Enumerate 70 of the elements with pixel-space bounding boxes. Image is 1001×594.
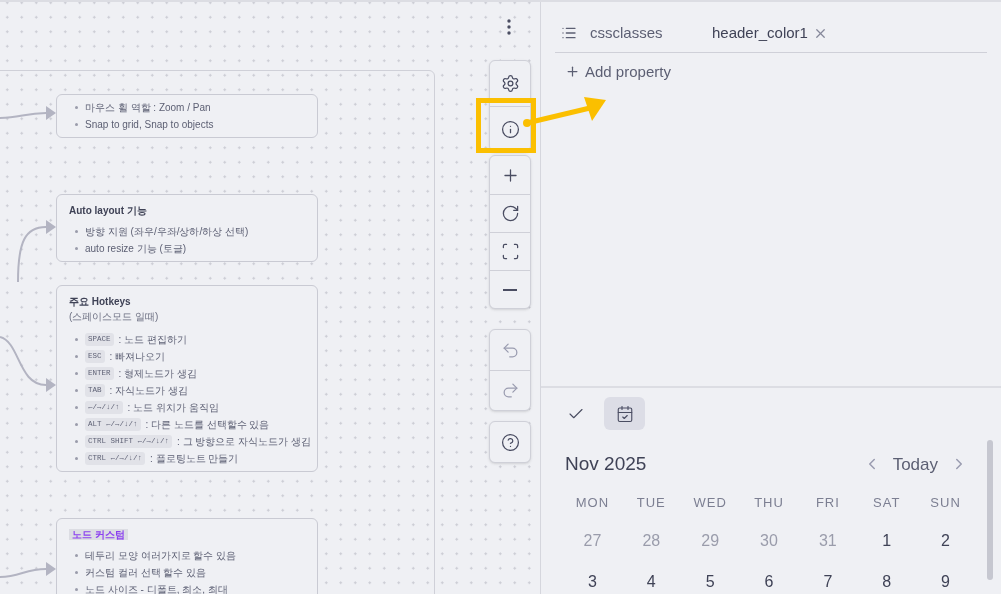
bullet-icon [75,423,78,426]
kebab-menu-icon [507,19,511,35]
bullet-icon [75,123,78,126]
property-name[interactable]: cssclasses [590,22,712,45]
refresh-icon [500,204,520,223]
view-tab[interactable] [604,397,645,430]
bullet-icon [75,571,78,574]
list-text: : 자식노드가 생김 [109,384,188,398]
bullet-icon [75,106,78,109]
weekday-label: SUN [929,493,962,512]
list-text: 방향 지원 (좌우/우좌/상하/하상 선택) [85,225,249,239]
bullet-icon [75,588,78,591]
list-text: : 형제노드가 생김 [118,367,197,381]
weekday-label: FRI [814,493,841,512]
mindmap-node[interactable]: Auto layout 기능 방향 지원 (좌우/우좌/상하/하상 선택) auto resize 기능 (토글) [56,194,318,262]
list-text: Snap to grid, Snap to objects [85,118,214,132]
scrollbar[interactable] [987,440,993,580]
mindmap-node[interactable]: 마우스 휠 역할 : Zoom / Pan Snap to grid, Snap to objects [56,94,318,138]
calendar-day[interactable]: 1 [857,529,917,553]
list-text: 커스텀 컬러 선택 할수 있음 [85,566,207,580]
calendar-day[interactable]: 8 [857,570,917,594]
list-text: : 그 방향으로 자식노드가 생김 [177,435,311,449]
calendar-day[interactable]: 3 [563,570,622,594]
bullet-icon [75,457,78,460]
bullet-icon [75,440,78,443]
list-text: 노드 사이즈 - 디폴트, 최소, 최대 [85,583,228,594]
calendar-day[interactable]: 6 [739,570,799,594]
calendar-day[interactable]: 7 [798,570,858,594]
more-menu-button[interactable] [507,19,511,35]
weekday-label: MON [574,493,611,512]
node-subtitle: (스페이스모드 일때) [69,310,160,324]
bullet-icon [75,372,78,375]
fullscreen-icon [500,242,520,261]
list-text: 마우스 휠 역할 : Zoom / Pan [85,101,211,115]
add-property-button[interactable]: Add property [555,60,671,83]
list-text: auto resize 기능 (토글) [85,242,187,256]
calendar-icon [615,404,634,423]
weekday-label: WED [692,493,728,512]
node-title: 노드 커스텀 [69,529,128,540]
calendar-day[interactable]: 5 [680,570,740,594]
today-button[interactable]: Today [880,451,950,477]
bullet-icon [75,389,78,392]
bullet-icon [75,247,78,250]
bullet-icon [75,338,78,341]
list-text: : 노드 위치가 움직임 [127,401,219,415]
list-text: 테두리 모양 여러가지로 할수 있음 [85,549,237,563]
bullet-icon [75,554,78,557]
list-text: : 다른 노드를 선택할수 있음 [145,418,270,432]
property-value: header_color1 [712,23,808,43]
list-text: : 노드 편집하기 [118,333,187,347]
node-title: 주요 Hotkeys [69,295,132,309]
calendar-day[interactable]: 2 [916,529,975,553]
help-icon [500,432,520,452]
calendar-day[interactable]: 9 [916,570,975,594]
settings-icon [500,74,520,93]
list-text: : 플로팅노트 만들기 [150,452,239,466]
bullet-icon [75,355,78,358]
bullet-icon [75,230,78,233]
weekday-label: THU [753,493,785,512]
mindmap-node[interactable]: 노드 커스텀 테두리 모양 여러가지로 할수 있음 커스텀 컬러 선택 할수 있음 노드 사이즈 - 디폴트, 최소, 최대 [56,518,318,594]
month-title: Nov 2025 [565,452,648,476]
minus-icon [503,288,517,291]
bullet-icon [75,406,78,409]
calendar-day[interactable]: 4 [621,570,681,594]
weekday-label: SAT [872,493,902,512]
node-title: Auto layout 기능 [69,204,148,218]
list-text: : 빠져나오기 [109,350,166,364]
info-icon [500,119,520,139]
plus-icon [565,64,580,80]
weekday-label: TUE [635,493,667,512]
